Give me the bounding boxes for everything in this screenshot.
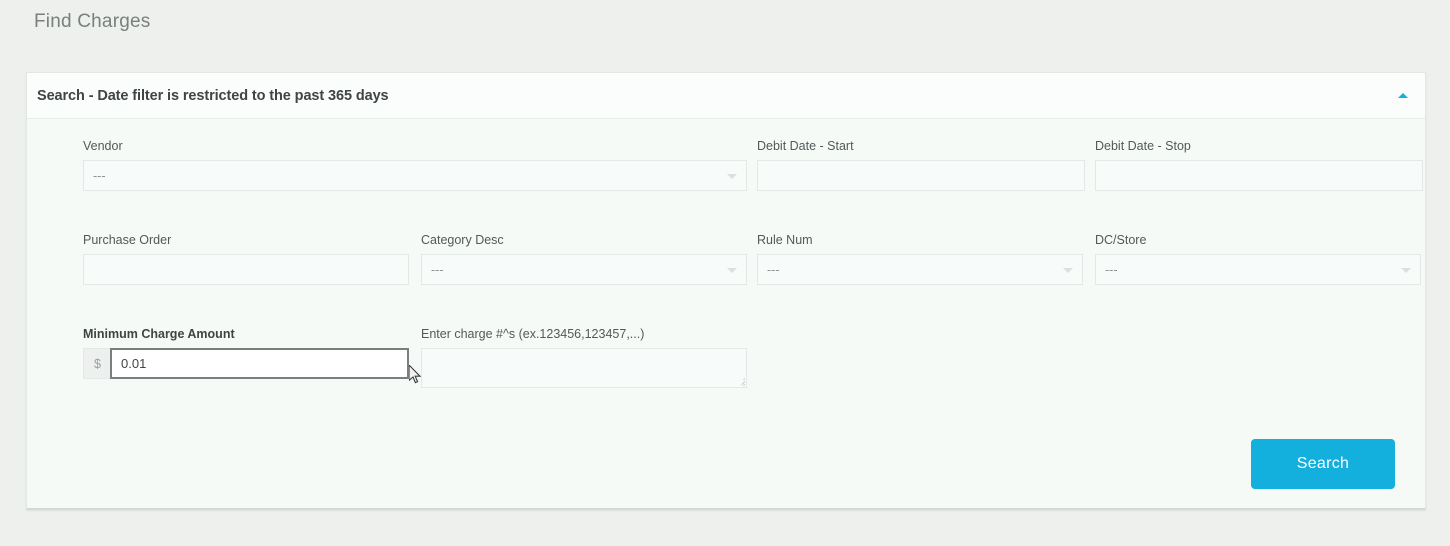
minimum-charge-amount-group: $ 0.01	[83, 348, 409, 379]
search-button[interactable]: Search	[1251, 439, 1395, 489]
field-rule-num: Rule Num ---	[757, 233, 1083, 285]
charge-numbers-textarea[interactable]	[421, 348, 747, 388]
form-row-2: Purchase Order Category Desc --- Rule Nu…	[27, 233, 1425, 295]
search-panel-header: Search - Date filter is restricted to th…	[27, 73, 1425, 119]
panel-collapse-toggle[interactable]	[1393, 86, 1413, 106]
field-label-vendor: Vendor	[83, 139, 123, 153]
search-panel-title: Search - Date filter is restricted to th…	[37, 87, 389, 104]
field-label-debit-date-start: Debit Date - Start	[757, 139, 854, 153]
form-row-3: Minimum Charge Amount $ 0.01 Enter charg…	[27, 327, 1425, 389]
category-desc-select-value: ---	[431, 262, 444, 277]
minimum-charge-amount-value: 0.01	[121, 356, 147, 371]
form-row-1: Vendor --- Debit Date - Start Debit Date…	[27, 139, 1425, 201]
field-label-dc-store: DC/Store	[1095, 233, 1147, 247]
search-panel: Search - Date filter is restricted to th…	[26, 72, 1426, 510]
vendor-select-value: ---	[93, 168, 106, 183]
field-label-rule-num: Rule Num	[757, 233, 813, 247]
category-desc-select[interactable]: ---	[421, 254, 747, 285]
chevron-down-icon	[1401, 267, 1411, 273]
debit-date-start-input[interactable]	[757, 160, 1085, 191]
dc-store-select[interactable]: ---	[1095, 254, 1421, 285]
field-purchase-order: Purchase Order	[83, 233, 409, 285]
chevron-down-icon	[1063, 267, 1073, 273]
debit-date-stop-input[interactable]	[1095, 160, 1423, 191]
field-label-charge-numbers: Enter charge #^s (ex.123456,123457,...)	[421, 327, 645, 341]
field-minimum-charge-amount: Minimum Charge Amount $ 0.01	[83, 327, 409, 379]
chevron-down-icon	[727, 267, 737, 273]
field-debit-date-stop: Debit Date - Stop	[1095, 139, 1423, 191]
field-label-category-desc: Category Desc	[421, 233, 504, 247]
rule-num-select[interactable]: ---	[757, 254, 1083, 285]
search-panel-body: Vendor --- Debit Date - Start Debit Date…	[27, 119, 1425, 509]
field-charge-numbers: Enter charge #^s (ex.123456,123457,...)	[421, 327, 747, 388]
chevron-down-icon	[727, 173, 737, 179]
rule-num-select-value: ---	[767, 262, 780, 277]
field-category-desc: Category Desc ---	[421, 233, 747, 285]
currency-addon: $	[83, 348, 111, 379]
field-debit-date-start: Debit Date - Start	[757, 139, 1085, 191]
field-vendor: Vendor ---	[83, 139, 747, 191]
page-title: Find Charges	[34, 11, 151, 32]
vendor-select[interactable]: ---	[83, 160, 747, 191]
dc-store-select-value: ---	[1105, 262, 1118, 277]
field-label-minimum-charge-amount: Minimum Charge Amount	[83, 327, 235, 341]
resize-handle-icon[interactable]	[734, 375, 745, 386]
caret-up-icon	[1398, 93, 1408, 98]
minimum-charge-amount-input[interactable]: 0.01	[110, 348, 409, 379]
field-dc-store: DC/Store ---	[1095, 233, 1421, 285]
field-label-debit-date-stop: Debit Date - Stop	[1095, 139, 1191, 153]
field-label-purchase-order: Purchase Order	[83, 233, 172, 247]
purchase-order-input[interactable]	[83, 254, 409, 285]
